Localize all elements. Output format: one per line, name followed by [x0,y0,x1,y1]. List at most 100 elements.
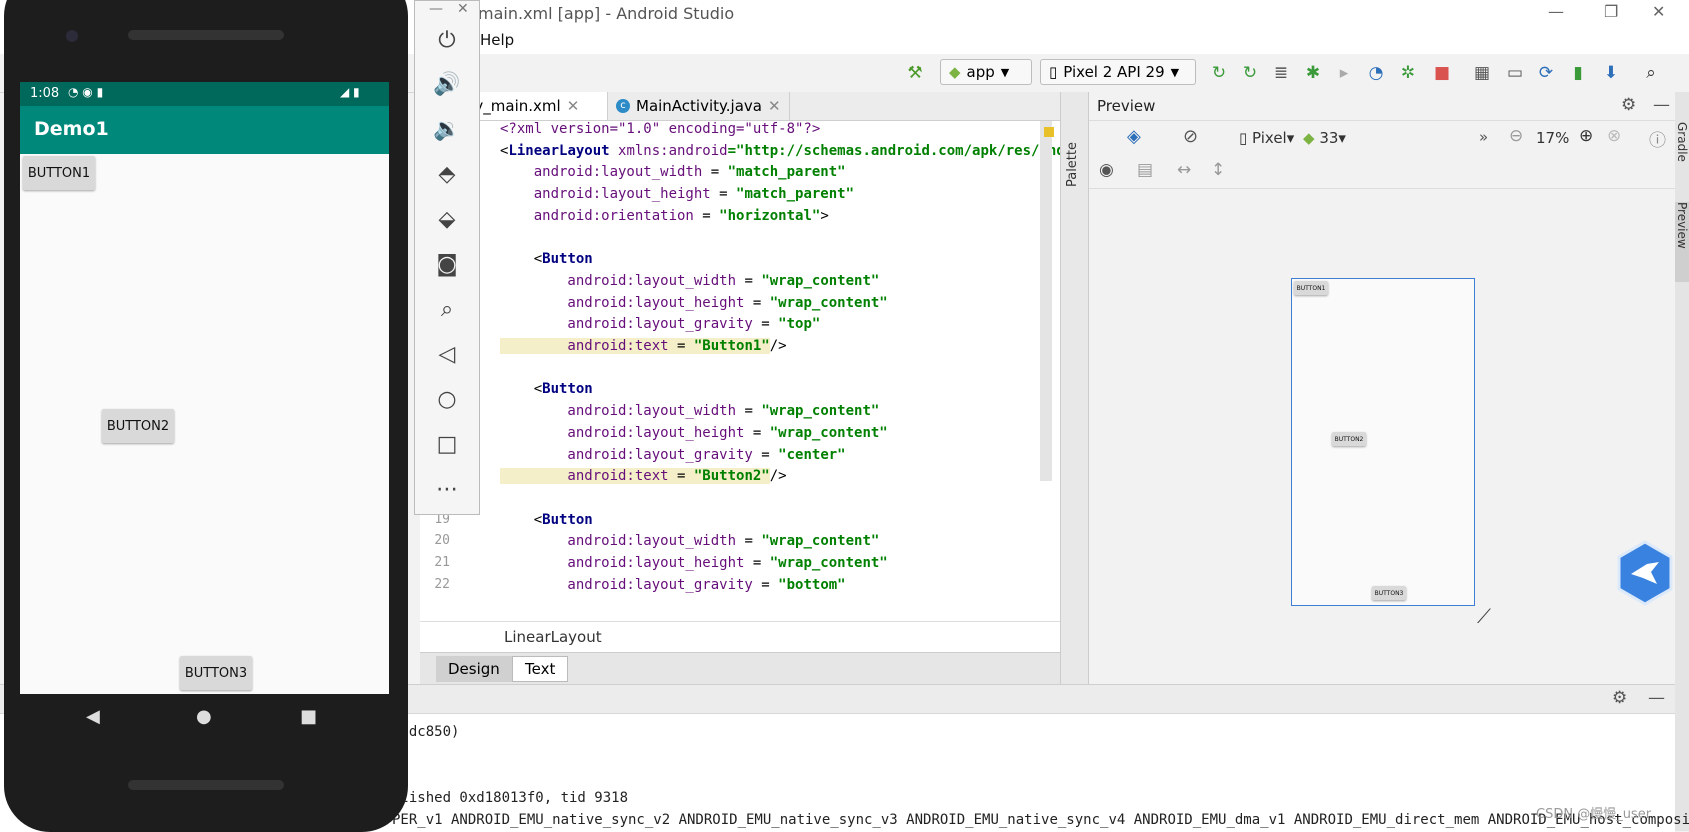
code-text: android:layout_width = "match_parent" [500,164,846,181]
android-icon: ◆ [1303,129,1315,147]
build-hammer-icon[interactable]: ⚒ [904,62,926,84]
code-text: android:layout_gravity = "bottom" [500,576,846,593]
code-text: android:layout_height = "wrap_content" [500,555,888,571]
breadcrumb: LinearLayout [420,621,1060,652]
run-config-select[interactable]: ◆ app ▼ [940,59,1032,85]
button-3[interactable]: BUTTON3 [180,656,252,690]
code-text: android:layout_width = "wrap_content" [500,272,880,289]
breadcrumb-item[interactable]: LinearLayout [504,628,602,646]
project-structure-icon[interactable]: ▦ [1471,62,1493,84]
scroll-thumb[interactable] [1040,121,1052,481]
line-number: 21 [434,555,450,570]
api-level-select[interactable]: ◆ 33▾ [1303,129,1346,147]
tab-text[interactable]: Text [512,656,569,682]
stop-icon[interactable]: ■ [1431,62,1453,84]
preview-title: Preview [1097,97,1156,115]
preview-side-tab[interactable]: Preview [1675,202,1689,282]
editor-mode-tabs: Design Text [420,652,1060,685]
profile-icon[interactable]: ◔ [1365,62,1387,84]
preview-button-1[interactable]: BUTTON1 [1294,281,1328,295]
class-icon: c [616,99,630,113]
preview-button-2[interactable]: BUTTON2 [1332,432,1366,446]
apply-changes-icon[interactable]: ↻ [1208,62,1230,84]
more-actions-icon[interactable]: » [1479,128,1488,146]
nav-overview-icon[interactable]: ■ [300,706,317,727]
more-icon[interactable]: ⋯ [415,468,479,512]
nav-back-icon[interactable]: ◀ [86,706,100,727]
vertical-resize-icon[interactable]: ↕ [1211,160,1225,180]
button-2[interactable]: BUTTON2 [102,409,174,443]
button-1[interactable]: BUTTON1 [23,156,95,190]
sdk-sync-icon[interactable]: ⟳ [1535,62,1557,84]
watermark: CSDN @慢慢_user [1536,807,1652,822]
gear-icon[interactable]: ⚙ [1612,688,1627,708]
run-config-label: app [966,63,995,81]
device-manager-icon[interactable]: ▮ [1567,62,1589,84]
blueprint-icon[interactable]: ▤ [1137,160,1153,180]
back-icon[interactable]: ◁ [415,333,479,377]
code-text: android:layout_height = "wrap_content" [500,424,888,441]
restore-button[interactable]: ❐ [1604,2,1618,21]
power-icon[interactable]: ⏻ [415,19,479,63]
preview-panel: Preview ⚙ — ◈ ⊘ ▯ Pixel▾ ◆ 33▾ » ⊖ 17% ⊕… [1088,92,1676,684]
preview-device-select[interactable]: ▯ Pixel▾ [1239,129,1294,147]
zoom-icon[interactable]: ⌕ [415,288,479,332]
zoom-fit-icon[interactable]: ⊗ [1607,126,1621,146]
speaker-grille [128,30,284,40]
close-icon[interactable]: ✕ [768,97,781,115]
debug-bug-icon[interactable]: ✱ [1302,62,1324,84]
rotate-right-icon[interactable]: ⬙ [415,198,479,242]
console-output: eddc850) blished 0xd18013f0, tid 9318 PE… [392,724,1689,828]
phone-icon: ▯ [1049,63,1058,81]
overview-icon[interactable]: □ [415,423,479,467]
palette-label: Palette [1065,142,1080,188]
minimize-emulator-icon[interactable]: — [429,1,443,17]
menu-help[interactable]: Help [480,31,514,49]
tab-main-activity[interactable]: c MainActivity.java ✕ [608,92,790,120]
code-text: android:layout_height = "match_parent" [500,186,855,203]
layers-icon[interactable]: ◈ [1127,126,1141,147]
nav-home-icon[interactable]: ● [196,706,212,727]
tab-design[interactable]: Design [436,656,512,682]
attach-debugger-icon[interactable]: ▸ [1333,62,1355,84]
horizontal-resize-icon[interactable]: ↔ [1177,160,1191,180]
android-icon: ◆ [949,63,961,81]
window-title: main.xml [app] - Android Studio [478,4,735,23]
apply-code-changes-icon[interactable]: ↻ [1239,62,1261,84]
bird-logo-icon [1617,540,1673,606]
preview-button-3[interactable]: BUTTON3 [1372,586,1406,600]
close-window-button[interactable]: ✕ [1652,2,1665,21]
preview-device-label: Pixel [1252,129,1287,147]
volume-down-icon[interactable]: 🔉 [415,108,479,152]
search-icon[interactable]: ⌕ [1640,62,1662,84]
close-emulator-icon[interactable]: ✕ [457,1,469,17]
eye-icon[interactable]: ◉ [1099,160,1114,180]
zoom-out-icon[interactable]: ⊖ [1509,126,1523,146]
volume-up-icon[interactable]: 🔊 [415,63,479,107]
code-text: android:text = "Button2"/> [500,468,787,485]
code-text: android:layout_gravity = "top" [500,316,821,333]
palette-strip[interactable]: Palette [1060,92,1089,684]
gear-icon[interactable]: ⚙ [1621,95,1636,115]
hide-icon[interactable]: — [1653,95,1670,115]
rotate-left-icon[interactable]: ⬘ [415,153,479,197]
avd-manager-icon[interactable]: ▭ [1504,62,1526,84]
resize-handle-icon[interactable]: ⟋ [1477,604,1491,628]
warning-icon[interactable]: ⓘ [1649,126,1666,151]
gradle-tab[interactable]: Gradle [1675,122,1689,162]
device-select[interactable]: ▯ Pixel 2 API 29 ▼ [1040,59,1196,85]
phone-screen[interactable]: 1:08 ◔ ◉ ▮ ◢ ▮ Demo1 BUTTON1 BUTTON2 BUT… [20,82,389,694]
camera-icon[interactable]: ◙ [415,243,479,287]
close-icon[interactable]: ✕ [567,97,580,115]
minimize-button[interactable]: — [1548,2,1564,21]
hide-icon[interactable]: — [1648,688,1665,708]
zoom-in-icon[interactable]: ⊕ [1579,126,1593,146]
sync-list-icon[interactable]: ≣ [1270,62,1292,84]
orientation-icon[interactable]: ⊘ [1183,126,1198,147]
code-editor[interactable]: <?xml version="1.0" encoding="utf-8"?> <L… [420,121,1060,621]
coverage-icon[interactable]: ✲ [1397,62,1419,84]
home-icon[interactable]: ○ [415,378,479,422]
warning-marker[interactable] [1044,127,1054,137]
preview-device-frame[interactable]: BUTTON1 BUTTON2 BUTTON3 [1291,278,1475,606]
sdk-manager-icon[interactable]: ⬇ [1600,62,1622,84]
